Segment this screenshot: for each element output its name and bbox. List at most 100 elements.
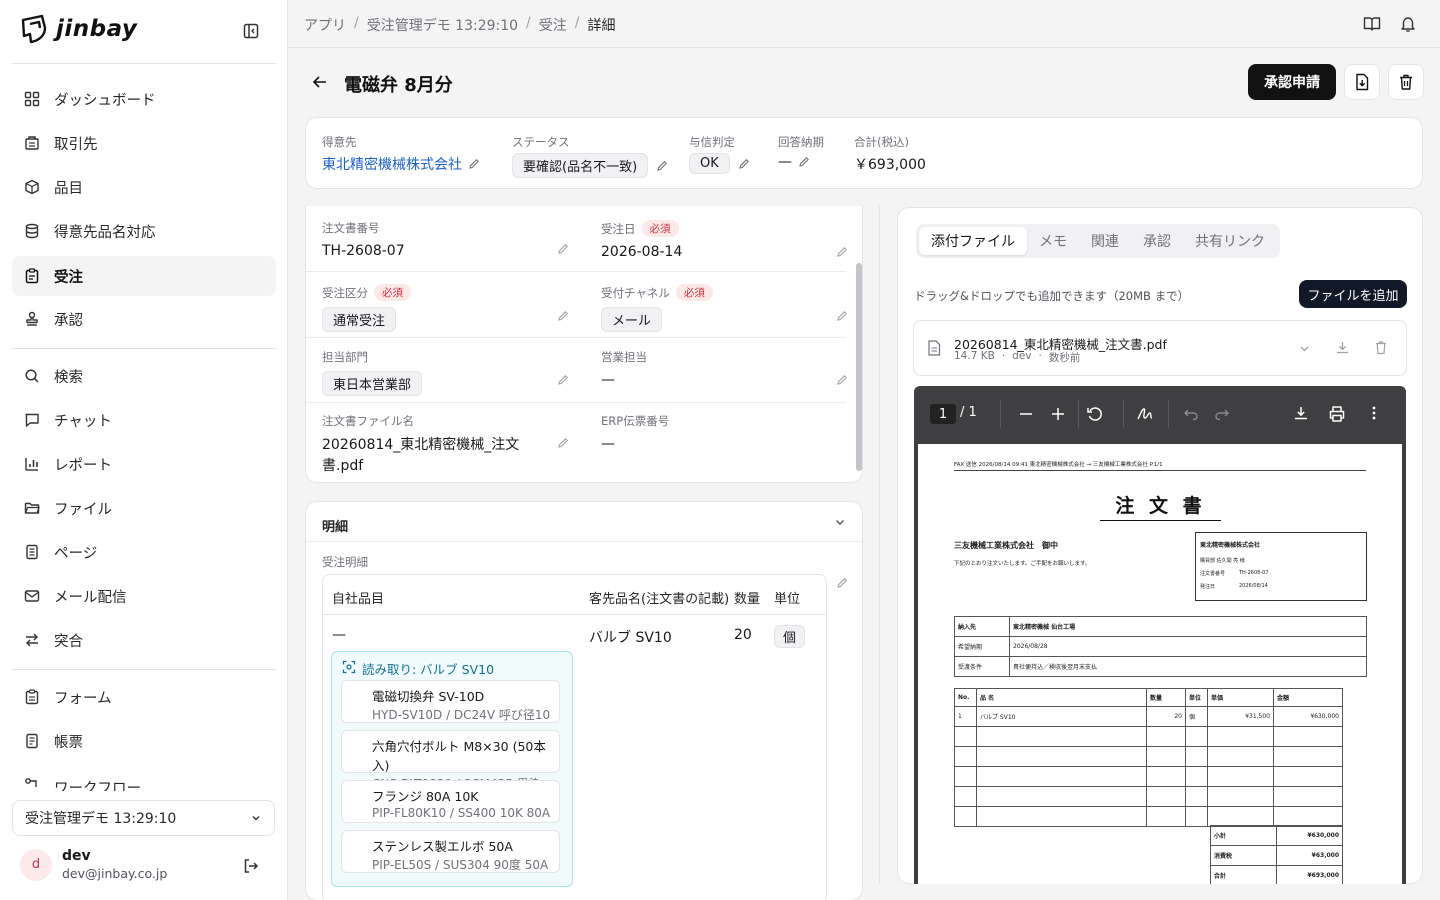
sidebar-collapse-button[interactable]: [242, 22, 260, 40]
breadcrumb-apps[interactable]: アプリ: [304, 15, 346, 35]
order-no-value[interactable]: TH-2608-07: [322, 243, 405, 259]
sidebar-item-label: 取引先: [54, 136, 98, 153]
sidebar-item-approvals[interactable]: 承認: [12, 299, 276, 339]
pencil-icon[interactable]: [557, 310, 569, 322]
pencil-icon[interactable]: [557, 374, 569, 386]
sidebar-item-partners[interactable]: 取引先: [12, 123, 276, 163]
sidebar-item-workflow[interactable]: ワークフロー: [12, 765, 276, 791]
suggestion-item[interactable]: 電磁切換弁 SV-10D HYD-SV10D / DC24V 呼び径10: [341, 680, 560, 723]
sidebar-item-forms[interactable]: フォーム: [12, 677, 276, 717]
docs-button[interactable]: [1363, 15, 1381, 33]
sidebar-item-dashboard[interactable]: ダッシュボード: [12, 79, 276, 119]
sidebar-item-customer-names[interactable]: 得意先品名対応: [12, 211, 276, 251]
pencil-icon[interactable]: [738, 158, 750, 170]
sidebar-item-label: チャット: [54, 413, 112, 430]
sidebar-item-files[interactable]: ファイル: [12, 488, 276, 528]
delete-button[interactable]: [1388, 64, 1424, 100]
file-label: 注文書ファイル名: [322, 414, 414, 428]
undo-icon[interactable]: [1183, 406, 1199, 422]
sidebar-item-products[interactable]: 品目: [12, 167, 276, 207]
divider: [1000, 400, 1001, 428]
row-unit[interactable]: 個: [774, 625, 806, 648]
sidebar-item-search[interactable]: 検索: [12, 356, 276, 396]
draw-icon[interactable]: [1136, 405, 1154, 423]
tab-memo[interactable]: メモ: [1027, 227, 1079, 255]
sales-value[interactable]: —: [601, 372, 647, 388]
sidebar-item-chat[interactable]: チャット: [12, 400, 276, 440]
pdf-line-price: ¥31,500: [1207, 706, 1274, 727]
logout-button[interactable]: [242, 857, 260, 875]
pencil-icon[interactable]: [557, 243, 569, 255]
pencil-icon[interactable]: [798, 156, 810, 168]
suggestion-item[interactable]: フランジ 80A 10K PIP-FL80K10 / SS400 10K 80A: [341, 780, 560, 823]
ship-label: 納入先: [954, 616, 1010, 637]
order-type-value[interactable]: 通常受注: [322, 307, 397, 332]
from-no: TH-2608-07: [1239, 570, 1269, 576]
divider: [306, 541, 862, 542]
scan-icon: [342, 660, 356, 674]
chevron-down-icon[interactable]: [1298, 342, 1311, 355]
download-icon[interactable]: [1335, 340, 1350, 355]
sidebar-item-reconcile[interactable]: 突合: [12, 620, 276, 660]
database-icon: [25, 223, 39, 239]
brand-name: jinbay: [56, 16, 138, 42]
breadcrumb-orders[interactable]: 受注: [539, 15, 567, 35]
pencil-icon[interactable]: [836, 246, 848, 258]
tab-approval[interactable]: 承認: [1131, 227, 1183, 255]
scrollbar-thumb[interactable]: [856, 263, 862, 471]
approval-request-button[interactable]: 承認申請: [1248, 64, 1336, 100]
tab-attachments[interactable]: 添付ファイル: [919, 227, 1027, 255]
more-vertical-icon[interactable]: [1368, 405, 1380, 421]
row-qty[interactable]: 20: [734, 627, 752, 643]
tab-share-link[interactable]: 共有リンク: [1183, 227, 1277, 255]
order-no-field: 注文書番号 TH-2608-07: [322, 220, 405, 259]
rotate-icon[interactable]: [1086, 405, 1104, 423]
pencil-icon[interactable]: [836, 310, 848, 322]
export-button[interactable]: [1344, 64, 1380, 100]
sidebar-item-mail[interactable]: メール配信: [12, 576, 276, 616]
sidebar-item-orders[interactable]: 受注: [12, 256, 276, 296]
pdf-page-input[interactable]: 1: [930, 404, 956, 424]
row-item-value[interactable]: —: [332, 627, 346, 643]
workflow-icon: [25, 778, 37, 787]
customer-link[interactable]: 東北精密機械株式会社: [322, 154, 462, 174]
pencil-icon[interactable]: [836, 577, 848, 589]
sidebar-item-pages[interactable]: ページ: [12, 532, 276, 572]
download-icon[interactable]: [1293, 405, 1309, 421]
suggestion-spec: PIP-EL50S / SUS304 90度 50A: [372, 858, 549, 872]
pencil-icon[interactable]: [557, 437, 569, 449]
channel-value[interactable]: メール: [601, 307, 663, 332]
add-file-button[interactable]: ファイルを追加: [1299, 280, 1407, 308]
brand-logo[interactable]: jinbay: [20, 14, 137, 44]
ocr-read-label: 読み取り: バルブ SV10: [362, 662, 495, 677]
back-button[interactable]: [311, 73, 329, 91]
workspace-select[interactable]: 受注管理デモ 13:29:10: [12, 800, 275, 836]
zoom-out-icon[interactable]: [1018, 406, 1034, 422]
redo-icon[interactable]: [1214, 406, 1230, 422]
trash-icon[interactable]: [1374, 340, 1388, 355]
sidebar-item-label: ダッシュボード: [54, 92, 156, 109]
pencil-icon[interactable]: [468, 158, 480, 170]
print-icon[interactable]: [1328, 405, 1346, 423]
panel-divider: [879, 206, 880, 884]
sidebar-item-ledgers[interactable]: 帳票: [12, 721, 276, 761]
order-date-value[interactable]: 2026-08-14: [601, 244, 682, 260]
chevron-down-icon[interactable]: [833, 515, 847, 529]
suggestion-item[interactable]: 六角穴付ボルト M8×30 (50本入) CNS-BLT0830 / SCM43…: [341, 730, 560, 791]
pencil-icon[interactable]: [836, 374, 848, 386]
sidebar-item-label: ページ: [54, 545, 98, 562]
user-profile[interactable]: d dev dev@jinbay.co.jp: [20, 848, 167, 881]
tab-related[interactable]: 関連: [1079, 227, 1131, 255]
pencil-icon[interactable]: [656, 160, 668, 172]
sidebar-item-reports[interactable]: レポート: [12, 444, 276, 484]
dept-value[interactable]: 東日本営業部: [322, 371, 423, 396]
breadcrumb-workspace[interactable]: 受注管理デモ 13:29:10: [367, 15, 518, 35]
suggestion-item[interactable]: ステンレス製エルボ 50A PIP-EL50S / SUS304 90度 50A: [341, 830, 560, 873]
notifications-button[interactable]: [1399, 15, 1417, 33]
file-name-value[interactable]: 20260814_東北精密機械_注文 書.pdf: [322, 435, 542, 477]
breadcrumb-current: 詳細: [587, 18, 616, 34]
dept-field: 担当部門 東日本営業部: [322, 349, 423, 396]
total-field: 合計(税込) ￥693,000: [854, 134, 926, 174]
details-section-title[interactable]: 明細: [322, 516, 348, 535]
zoom-in-icon[interactable]: [1050, 406, 1066, 422]
